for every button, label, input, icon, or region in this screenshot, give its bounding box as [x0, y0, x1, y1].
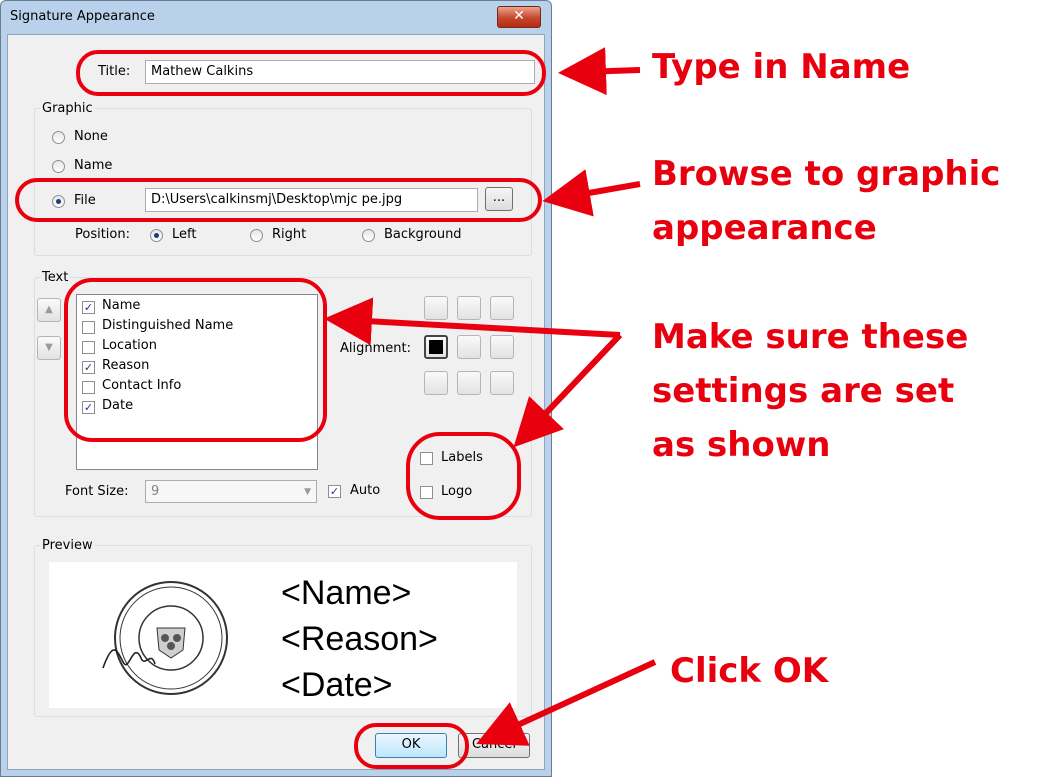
note-browse-line1: Browse to graphic: [652, 154, 1001, 194]
note-browse-line2: appearance: [652, 208, 877, 248]
note-click-ok: Click OK: [670, 651, 829, 691]
note-settings-line1: Make sure these: [652, 317, 969, 357]
note-settings-line2: settings are set: [652, 371, 955, 411]
note-settings-line3: as shown: [652, 425, 831, 465]
arrow-to-title: [558, 47, 641, 96]
arrow-to-ok: [476, 659, 657, 746]
arrow-to-labels-logo: [513, 332, 623, 448]
arrow-to-file: [542, 169, 641, 217]
note-type-in-name: Type in Name: [652, 47, 911, 87]
arrow-to-text-items: [324, 297, 621, 346]
